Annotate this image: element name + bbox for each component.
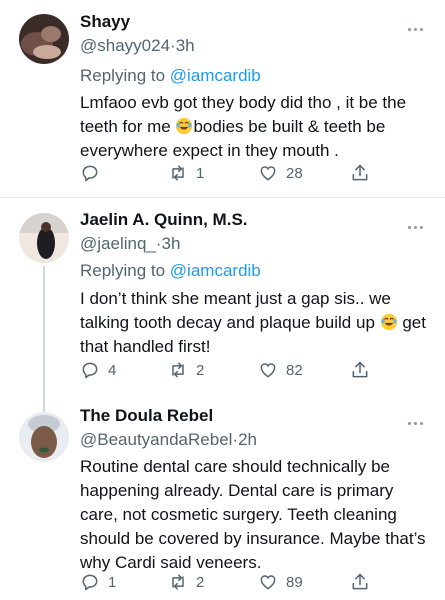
handle[interactable]: @BeautyandaRebel bbox=[80, 430, 232, 449]
share-button[interactable] bbox=[350, 162, 370, 184]
share-icon bbox=[352, 573, 368, 590]
retweet-button[interactable]: 2 bbox=[168, 359, 204, 381]
tweet-jaelin[interactable]: Jaelin A. Quinn, M.S. @jaelinq_·3h Reply… bbox=[0, 198, 445, 394]
laughing-emoji-icon bbox=[380, 313, 397, 331]
avatar[interactable] bbox=[19, 14, 69, 64]
more-icon[interactable] bbox=[408, 412, 430, 425]
reply-button[interactable]: 1 bbox=[80, 571, 116, 593]
retweet-button[interactable]: 1 bbox=[168, 162, 204, 184]
mention-link[interactable]: @iamcardib bbox=[170, 66, 261, 85]
tweet-text-part: I don’t think she meant just a gap sis..… bbox=[80, 289, 391, 332]
display-name[interactable]: The Doula Rebel bbox=[80, 406, 213, 426]
retweet-count: 2 bbox=[196, 361, 205, 379]
share-button[interactable] bbox=[350, 359, 370, 381]
tweet-text: I don’t think she meant just a gap sis..… bbox=[80, 287, 430, 359]
share-icon bbox=[352, 361, 368, 378]
like-icon bbox=[260, 575, 276, 590]
tweet-text: Lmfaoo evb got they body did tho , it be… bbox=[80, 91, 430, 163]
reply-count: 4 bbox=[108, 361, 117, 379]
share-button[interactable] bbox=[350, 571, 370, 593]
like-count: 82 bbox=[286, 361, 303, 379]
reply-button[interactable]: 4 bbox=[80, 359, 116, 381]
like-button[interactable]: 28 bbox=[258, 162, 303, 184]
display-name[interactable]: Shayy bbox=[80, 12, 130, 32]
tweet-doula-rebel[interactable]: The Doula Rebel @BeautyandaRebel·2h Rout… bbox=[0, 394, 445, 600]
avatar[interactable] bbox=[19, 412, 69, 462]
tweet-text: Routine dental care should technically b… bbox=[80, 457, 426, 572]
share-icon bbox=[352, 164, 368, 181]
retweet-icon bbox=[172, 574, 184, 590]
reply-count: 1 bbox=[108, 573, 117, 591]
like-icon bbox=[260, 363, 276, 378]
retweet-button[interactable]: 2 bbox=[168, 571, 204, 593]
reply-icon bbox=[82, 574, 98, 591]
display-name[interactable]: Jaelin A. Quinn, M.S. bbox=[80, 210, 248, 230]
replying-to: Replying to @iamcardib bbox=[80, 66, 261, 86]
handle-and-time[interactable]: @shayy024·3h bbox=[80, 36, 195, 56]
action-bar: 1 2 89 bbox=[80, 571, 420, 593]
handle-and-time[interactable]: @jaelinq_·3h bbox=[80, 234, 180, 254]
more-icon[interactable] bbox=[408, 18, 430, 31]
mention-link[interactable]: @iamcardib bbox=[170, 261, 261, 280]
timestamp[interactable]: 3h bbox=[162, 234, 181, 253]
like-button[interactable]: 89 bbox=[258, 571, 303, 593]
more-icon[interactable] bbox=[408, 216, 430, 229]
like-button[interactable]: 82 bbox=[258, 359, 303, 381]
reply-icon bbox=[82, 165, 98, 182]
action-bar: 4 2 82 bbox=[80, 359, 420, 381]
reply-icon bbox=[82, 362, 98, 379]
action-bar: 1 28 bbox=[80, 162, 420, 184]
timestamp[interactable]: 3h bbox=[176, 36, 195, 55]
retweet-icon bbox=[172, 362, 184, 378]
replying-to-label: Replying to bbox=[80, 261, 166, 280]
retweet-count: 1 bbox=[196, 164, 205, 182]
timestamp[interactable]: 2h bbox=[238, 430, 257, 449]
like-count: 89 bbox=[286, 573, 303, 591]
retweet-count: 2 bbox=[196, 573, 205, 591]
like-count: 28 bbox=[286, 164, 303, 182]
replying-to: Replying to @iamcardib bbox=[80, 261, 261, 281]
handle[interactable]: @shayy024 bbox=[80, 36, 170, 55]
tweet-shayy[interactable]: Shayy @shayy024·3h Replying to @iamcardi… bbox=[0, 0, 445, 197]
laughing-emoji-icon bbox=[176, 117, 193, 135]
avatar[interactable] bbox=[19, 213, 69, 263]
handle-and-time[interactable]: @BeautyandaRebel·2h bbox=[80, 430, 257, 450]
replying-to-label: Replying to bbox=[80, 66, 166, 85]
handle[interactable]: @jaelinq_ bbox=[80, 234, 156, 253]
retweet-icon bbox=[172, 165, 184, 181]
reply-button[interactable] bbox=[80, 162, 108, 184]
like-icon bbox=[260, 166, 276, 181]
